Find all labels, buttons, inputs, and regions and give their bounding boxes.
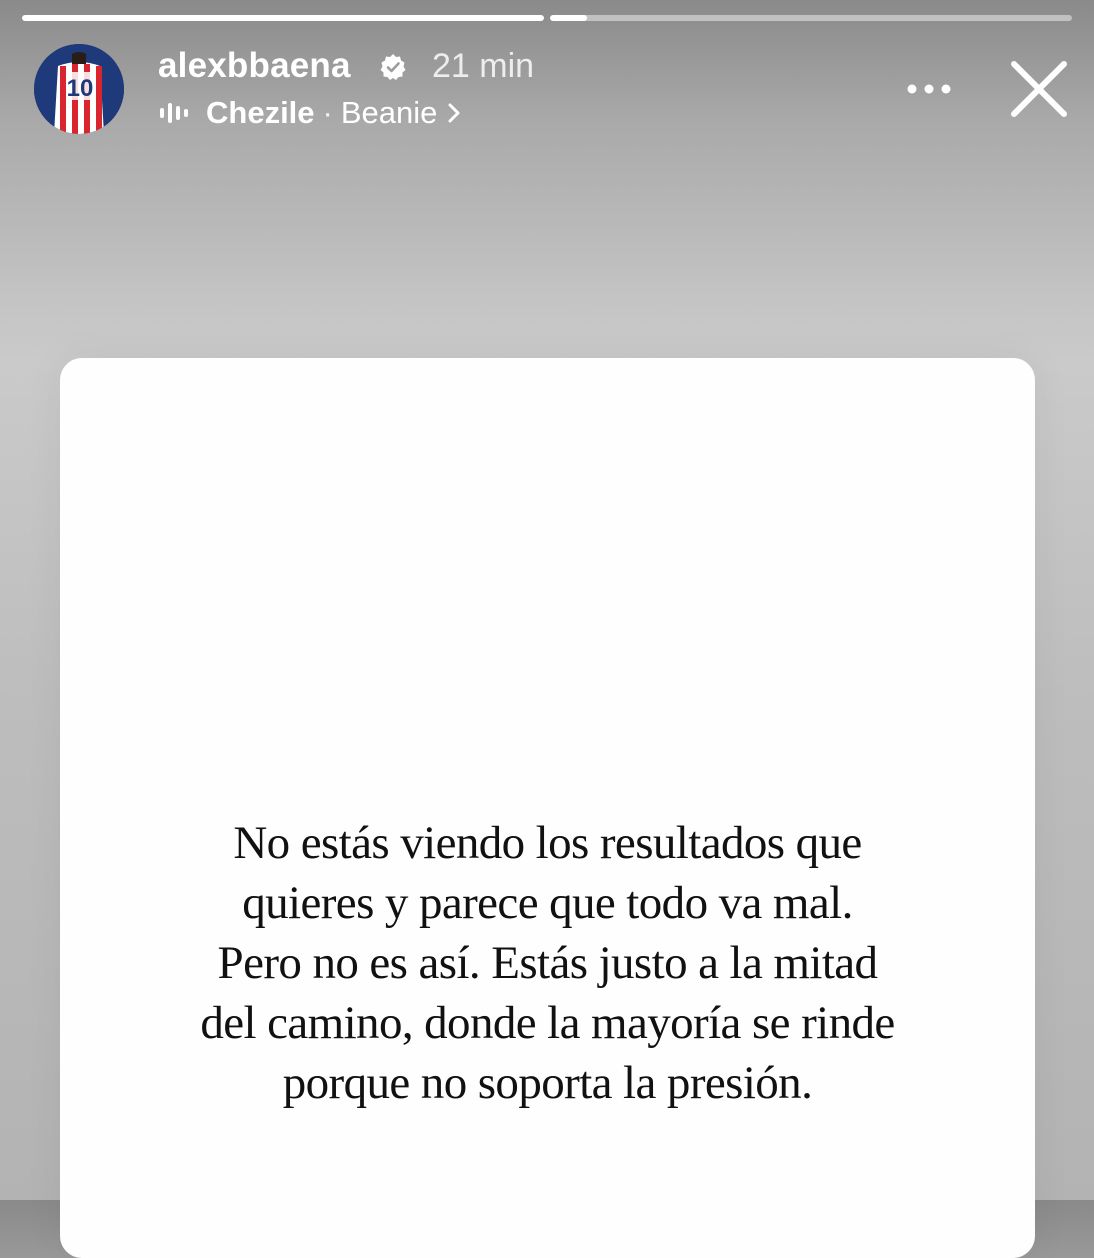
- avatar[interactable]: 10: [34, 44, 124, 134]
- music-separator: ·: [322, 95, 333, 130]
- story-header: 10 alexbbaena 21 min Chezile · Beanie: [34, 42, 1072, 138]
- music-sticker[interactable]: Chezile · Beanie: [158, 94, 461, 132]
- quote-line-1: No estás viendo los resultados que: [233, 817, 862, 869]
- quote-line-4: del camino, donde la mayoría se rinde: [200, 997, 895, 1049]
- avatar-jersey-icon: 10: [34, 44, 124, 134]
- close-icon: [1011, 61, 1067, 117]
- close-button[interactable]: [1004, 54, 1074, 124]
- username[interactable]: alexbbaena: [158, 46, 351, 86]
- progress-segment-2-fill: [550, 15, 587, 21]
- svg-text:10: 10: [67, 75, 94, 102]
- music-artist: Chezile: [206, 95, 315, 130]
- quote-line-5: porque no soporta la presión.: [282, 1057, 813, 1109]
- progress-segment-1-fill: [22, 15, 544, 21]
- music-bars-icon: [160, 103, 188, 123]
- progress-segment-2: [550, 15, 1072, 21]
- verified-badge-icon: [380, 54, 406, 80]
- more-options-button[interactable]: [894, 72, 964, 106]
- post-time: 21 min: [432, 47, 535, 85]
- quote-text: No estás viendo los resultados que quier…: [60, 813, 1035, 1113]
- quote-line-3: Pero no es así. Estás justo a la mitad: [217, 937, 879, 989]
- more-options-icon: [907, 84, 951, 94]
- story-progress-bar: [22, 15, 1072, 21]
- chevron-right-icon: [448, 103, 460, 123]
- music-song: Beanie: [340, 95, 438, 130]
- quote-line-2: quieres y parece que todo va mal.: [242, 877, 853, 929]
- progress-segment-1: [22, 15, 544, 21]
- story-quote-card: No estás viendo los resultados que quier…: [60, 358, 1035, 1258]
